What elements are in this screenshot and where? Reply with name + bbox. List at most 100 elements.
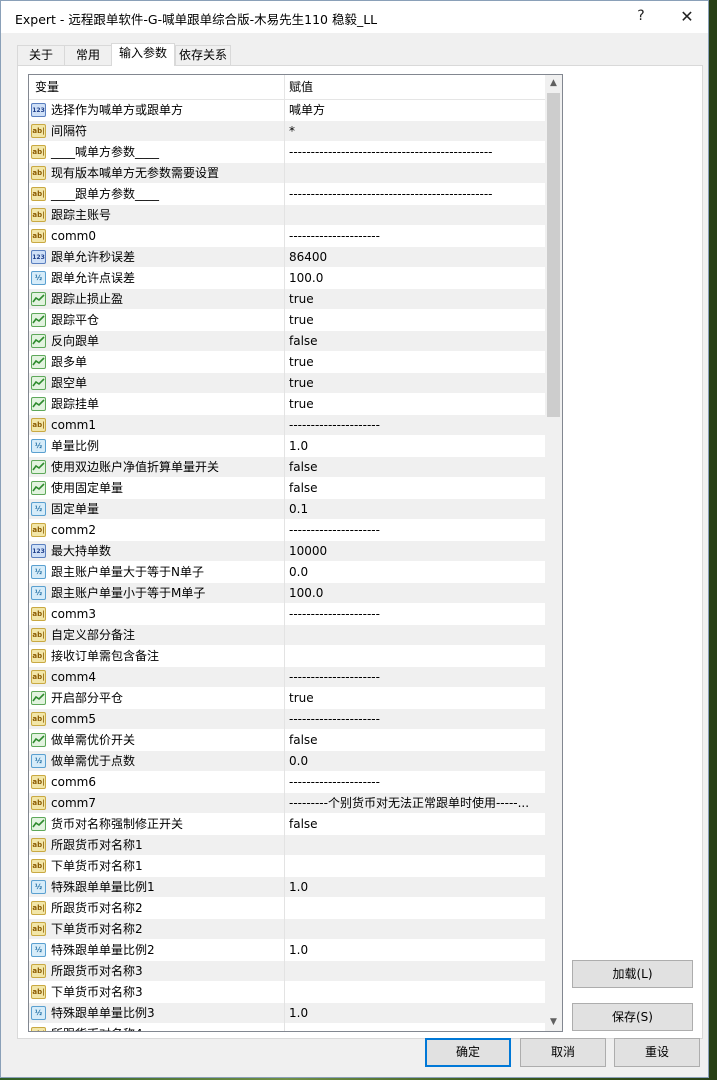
parameter-name-cell[interactable]: ab| comm4 xyxy=(29,667,285,688)
save-button[interactable]: 保存(S) xyxy=(572,1003,693,1031)
parameter-name-cell[interactable]: 使用固定单量 xyxy=(29,478,285,499)
parameter-name-cell[interactable]: ab| 下单货币对名称1 xyxy=(29,856,285,877)
parameter-value-cell[interactable]: false xyxy=(289,814,543,835)
parameter-name-cell[interactable]: 反向跟单 xyxy=(29,331,285,352)
parameter-name-cell[interactable]: ½ 特殊跟单单量比例1 xyxy=(29,877,285,898)
parameter-row[interactable]: ab| 跟踪主账号 xyxy=(29,205,545,226)
parameter-value-cell[interactable] xyxy=(289,961,543,982)
parameter-value-cell[interactable]: ----------------------------------------… xyxy=(289,184,543,205)
column-header-variable[interactable]: 变量 xyxy=(29,75,285,100)
parameter-name-cell[interactable]: 跟踪止损止盈 xyxy=(29,289,285,310)
parameter-name-cell[interactable]: ab| comm6 xyxy=(29,772,285,793)
parameter-name-cell[interactable]: ab| comm1 xyxy=(29,415,285,436)
parameter-name-cell[interactable]: ab| 接收订单需包含备注 xyxy=(29,646,285,667)
parameter-value-cell[interactable]: ---------个别货币对无法正常跟单时使用-----... xyxy=(289,793,543,814)
parameter-row[interactable]: ½ 固定单量 0.1 xyxy=(29,499,545,520)
parameter-row[interactable]: ab| comm0 --------------------- xyxy=(29,226,545,247)
tab-inputs[interactable]: 输入参数 xyxy=(111,43,175,66)
parameter-name-cell[interactable]: ½ 单量比例 xyxy=(29,436,285,457)
parameter-name-cell[interactable]: ½ 跟主账户单量大于等于N单子 xyxy=(29,562,285,583)
parameter-name-cell[interactable]: ab| ____喊单方参数____ xyxy=(29,142,285,163)
parameter-name-cell[interactable]: 123 选择作为喊单方或跟单方 xyxy=(29,100,285,121)
parameter-row[interactable]: ab| 下单货币对名称2 xyxy=(29,919,545,940)
parameter-name-cell[interactable]: ab| 现有版本喊单方无参数需要设置 xyxy=(29,163,285,184)
parameter-row[interactable]: 使用双边账户净值折算单量开关 false xyxy=(29,457,545,478)
parameter-row[interactable]: ab| comm1 --------------------- xyxy=(29,415,545,436)
parameter-row[interactable]: ab| 所跟货币对名称4 xyxy=(29,1024,545,1031)
parameter-value-cell[interactable]: 1.0 xyxy=(289,436,543,457)
parameter-row[interactable]: ½ 跟主账户单量大于等于N单子 0.0 xyxy=(29,562,545,583)
parameter-row[interactable]: ab| 下单货币对名称3 xyxy=(29,982,545,1003)
parameter-value-cell[interactable]: true xyxy=(289,289,543,310)
parameter-row[interactable]: ab| 现有版本喊单方无参数需要设置 xyxy=(29,163,545,184)
parameter-value-cell[interactable] xyxy=(289,1024,543,1031)
parameter-name-cell[interactable]: ½ 跟单允许点误差 xyxy=(29,268,285,289)
parameter-name-cell[interactable]: 跟空单 xyxy=(29,373,285,394)
parameter-name-cell[interactable]: ½ 特殊跟单单量比例2 xyxy=(29,940,285,961)
parameter-row[interactable]: 123 跟单允许秒误差 86400 xyxy=(29,247,545,268)
parameter-name-cell[interactable]: ½ 特殊跟单单量比例3 xyxy=(29,1003,285,1024)
parameter-name-cell[interactable]: ab| comm2 xyxy=(29,520,285,541)
parameter-row[interactable]: ab| comm6 --------------------- xyxy=(29,772,545,793)
parameter-name-cell[interactable]: ½ 跟主账户单量小于等于M单子 xyxy=(29,583,285,604)
parameter-name-cell[interactable]: 做单需优价开关 xyxy=(29,730,285,751)
parameter-name-cell[interactable]: ab| 间隔符 xyxy=(29,121,285,142)
parameter-value-cell[interactable] xyxy=(289,205,543,226)
parameter-row[interactable]: ab| 下单货币对名称1 xyxy=(29,856,545,877)
help-button[interactable]: ? xyxy=(618,1,664,33)
load-button[interactable]: 加载(L) xyxy=(572,960,693,988)
parameter-row[interactable]: 123 最大持单数 10000 xyxy=(29,541,545,562)
parameter-row[interactable]: 使用固定单量 false xyxy=(29,478,545,499)
parameter-value-cell[interactable] xyxy=(289,898,543,919)
tab-common[interactable]: 常用 xyxy=(64,45,112,65)
parameter-value-cell[interactable]: ----------------------------------------… xyxy=(289,142,543,163)
parameter-value-cell[interactable]: --------------------- xyxy=(289,415,543,436)
parameter-name-cell[interactable]: ½ 固定单量 xyxy=(29,499,285,520)
parameter-row[interactable]: ½ 跟主账户单量小于等于M单子 100.0 xyxy=(29,583,545,604)
parameter-name-cell[interactable]: ab| 跟踪主账号 xyxy=(29,205,285,226)
parameter-row[interactable]: ½ 跟单允许点误差 100.0 xyxy=(29,268,545,289)
parameter-row[interactable]: ½ 单量比例 1.0 xyxy=(29,436,545,457)
parameter-name-cell[interactable]: ab| 所跟货币对名称4 xyxy=(29,1024,285,1031)
parameter-value-cell[interactable]: false xyxy=(289,478,543,499)
parameter-row[interactable]: ab| comm3 --------------------- xyxy=(29,604,545,625)
parameter-value-cell[interactable]: --------------------- xyxy=(289,226,543,247)
parameter-row[interactable]: 开启部分平仓 true xyxy=(29,688,545,709)
parameter-value-cell[interactable]: --------------------- xyxy=(289,520,543,541)
vertical-scrollbar[interactable]: ▲ ▼ xyxy=(545,75,562,1031)
parameter-value-cell[interactable]: --------------------- xyxy=(289,667,543,688)
parameter-value-cell[interactable]: true xyxy=(289,373,543,394)
parameter-row[interactable]: 反向跟单 false xyxy=(29,331,545,352)
parameter-row[interactable]: ab| 间隔符 * xyxy=(29,121,545,142)
parameter-value-cell[interactable] xyxy=(289,646,543,667)
parameter-value-cell[interactable]: --------------------- xyxy=(289,772,543,793)
parameter-value-cell[interactable] xyxy=(289,163,543,184)
parameter-name-cell[interactable]: ab| 所跟货币对名称2 xyxy=(29,898,285,919)
parameter-row[interactable]: ab| ____喊单方参数____ ------------------------… xyxy=(29,142,545,163)
parameter-name-cell[interactable]: ab| 自定义部分备注 xyxy=(29,625,285,646)
scroll-thumb[interactable] xyxy=(547,93,560,417)
parameter-value-cell[interactable]: 86400 xyxy=(289,247,543,268)
parameter-row[interactable]: ab| comm7 ---------个别货币对无法正常跟单时使用-----... xyxy=(29,793,545,814)
parameter-value-cell[interactable]: true xyxy=(289,352,543,373)
parameter-name-cell[interactable]: 开启部分平仓 xyxy=(29,688,285,709)
tab-dependencies[interactable]: 依存关系 xyxy=(175,45,231,65)
parameter-value-cell[interactable]: 1.0 xyxy=(289,940,543,961)
parameter-name-cell[interactable]: 货币对名称强制修正开关 xyxy=(29,814,285,835)
parameter-name-cell[interactable]: 跟踪平仓 xyxy=(29,310,285,331)
parameter-name-cell[interactable]: 123 最大持单数 xyxy=(29,541,285,562)
tab-about[interactable]: 关于 xyxy=(17,45,65,65)
reset-button[interactable]: 重设 xyxy=(614,1038,700,1067)
parameter-value-cell[interactable] xyxy=(289,856,543,877)
parameter-value-cell[interactable]: false xyxy=(289,331,543,352)
parameter-name-cell[interactable]: ab| 下单货币对名称2 xyxy=(29,919,285,940)
parameter-value-cell[interactable]: * xyxy=(289,121,543,142)
parameter-row[interactable]: 货币对名称强制修正开关 false xyxy=(29,814,545,835)
parameter-name-cell[interactable]: ½ 做单需优于点数 xyxy=(29,751,285,772)
parameter-name-cell[interactable]: ab| comm0 xyxy=(29,226,285,247)
parameter-name-cell[interactable]: ab| ____跟单方参数____ xyxy=(29,184,285,205)
cancel-button[interactable]: 取消 xyxy=(520,1038,606,1067)
parameter-row[interactable]: 跟踪挂单 true xyxy=(29,394,545,415)
parameter-row[interactable]: ½ 特殊跟单单量比例1 1.0 xyxy=(29,877,545,898)
parameter-value-cell[interactable]: true xyxy=(289,688,543,709)
